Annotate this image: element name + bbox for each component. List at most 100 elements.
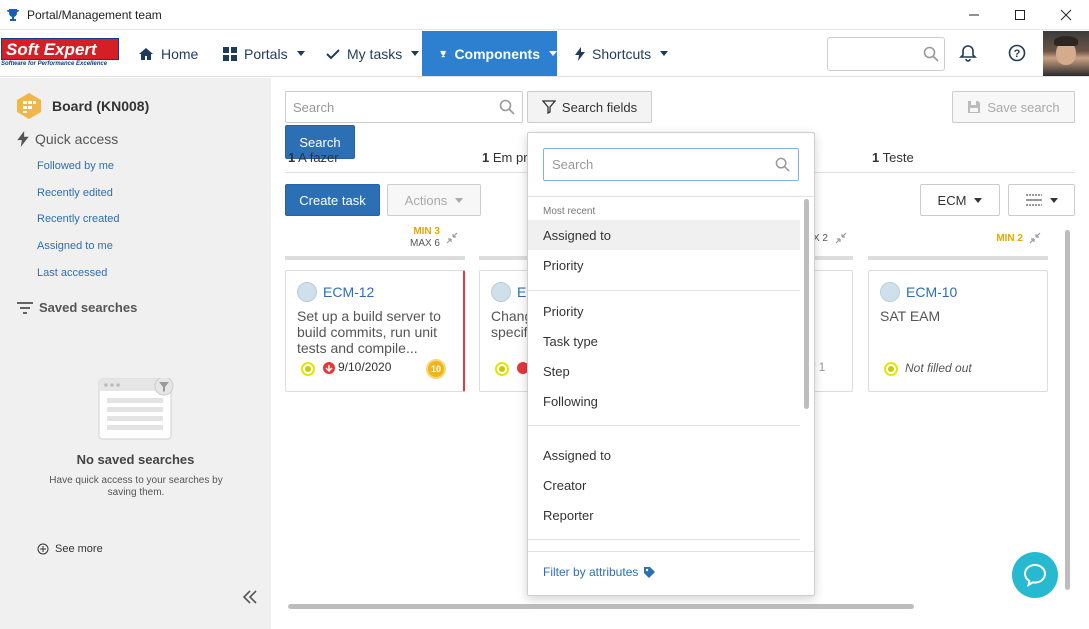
actions-label: Actions — [404, 192, 448, 208]
nav-my-tasks-label: My tasks — [347, 45, 403, 62]
minimize-button[interactable] — [951, 0, 997, 30]
trophy-icon — [7, 8, 19, 21]
horizontal-scrollbar[interactable] — [288, 604, 914, 609]
most-recent-label: Most recent — [543, 206, 596, 217]
column-header-a-fazer: 1 A fazer — [288, 150, 339, 178]
field-priority[interactable]: Priority — [528, 296, 800, 326]
nav-components[interactable]: Components — [422, 31, 557, 76]
nav-home[interactable]: Home — [138, 31, 198, 76]
board-title: Board (KN008) — [52, 98, 150, 114]
chevron-down-icon — [549, 51, 557, 56]
chevron-down-icon — [660, 51, 669, 56]
card-status-text: Not filled out — [905, 361, 972, 375]
column-count: 1 — [872, 150, 880, 165]
top-navbar: Soft Expert Software for Performance Exc… — [0, 31, 1089, 77]
column-max: MAX 6 — [409, 238, 440, 249]
chevron-down-icon — [296, 51, 305, 56]
task-card-ecm-12[interactable]: ECM-12 Set up a build server to build co… — [285, 270, 465, 392]
minimize-icon — [969, 14, 979, 16]
column-divider — [285, 256, 465, 260]
softexpert-logo[interactable]: Soft Expert Software for Performance Exc… — [1, 38, 119, 70]
see-more-link[interactable]: See more — [37, 543, 103, 555]
field-priority-recent[interactable]: Priority — [528, 250, 800, 280]
link-last-accessed[interactable]: Last accessed — [37, 267, 107, 279]
collapse-column-icon[interactable] — [446, 232, 458, 244]
collapse-column-icon[interactable] — [1029, 232, 1041, 244]
story-points-value: 10 — [430, 364, 441, 374]
nav-portals[interactable]: Portals — [223, 31, 305, 76]
maximize-button[interactable] — [997, 0, 1043, 30]
field-task-type[interactable]: Task type — [528, 326, 800, 356]
assignee-avatar — [491, 282, 511, 302]
chevron-down-icon — [455, 197, 464, 203]
no-saved-searches-desc: Have quick access to your searches by sa… — [49, 475, 223, 498]
help-icon[interactable]: ? — [1008, 44, 1026, 62]
status-icon — [495, 362, 509, 376]
link-recently-edited[interactable]: Recently edited — [37, 187, 113, 199]
quick-access-label: Quick access — [35, 131, 119, 147]
nav-components-label: Components — [454, 45, 540, 62]
field-following[interactable]: Following — [528, 386, 800, 416]
dropdown-scrollbar[interactable] — [804, 199, 809, 409]
nav-shortcuts[interactable]: Shortcuts — [575, 31, 669, 76]
ecm-filter-button[interactable]: ECM — [920, 184, 1000, 216]
card-id[interactable]: ECM-10 — [906, 284, 957, 300]
user-avatar[interactable] — [1043, 31, 1089, 76]
collapse-column-icon[interactable] — [835, 232, 847, 244]
card-description: Set up a build server to build commits, … — [297, 308, 441, 356]
list-view-icon — [1025, 194, 1042, 206]
plus-circle-icon — [37, 543, 49, 555]
save-search-label: Save search — [987, 99, 1060, 115]
actions-button[interactable]: Actions — [387, 184, 481, 216]
field-assigned-to[interactable]: Assigned to — [528, 440, 800, 470]
dropdown-search-input[interactable]: Search — [543, 148, 799, 181]
link-assigned-to-me[interactable]: Assigned to me — [37, 240, 113, 252]
bell-icon[interactable] — [959, 44, 977, 62]
filter-by-attributes-link[interactable]: Filter by attributes — [543, 565, 656, 579]
main-search-input[interactable]: Search — [285, 91, 523, 123]
search-fields-button[interactable]: Search fields — [527, 91, 652, 123]
view-options-button[interactable] — [1008, 184, 1075, 216]
dropdown-divider — [528, 196, 814, 197]
search-fields-label: Search fields — [561, 99, 638, 115]
save-icon — [968, 101, 981, 113]
field-assigned-to-recent[interactable]: Assigned to — [528, 220, 800, 250]
search-fields-dropdown: Search Most recent Assigned to Priority … — [527, 132, 815, 596]
dropdown-divider — [528, 551, 814, 552]
collapse-sidebar-icon[interactable] — [242, 590, 258, 604]
nav-my-tasks[interactable]: My tasks — [326, 31, 420, 76]
chevron-down-icon — [974, 197, 983, 203]
nav-shortcuts-label: Shortcuts — [592, 45, 652, 62]
saved-searches-header: Saved searches — [17, 300, 137, 315]
dropdown-divider — [528, 290, 800, 291]
assignee-avatar — [297, 282, 317, 302]
sidebar: Board (KN008) Quick access Followed by m… — [0, 78, 271, 629]
status-icon — [301, 362, 315, 376]
column-count: 1 — [482, 150, 490, 165]
status-icon — [884, 362, 898, 376]
nav-home-label: Home — [161, 45, 199, 62]
maximize-icon — [1015, 10, 1025, 20]
search-icon — [923, 46, 939, 62]
lightning-icon — [575, 46, 585, 61]
field-reporter[interactable]: Reporter — [528, 500, 800, 530]
chat-button[interactable] — [1012, 552, 1058, 598]
see-more-label: See more — [55, 543, 103, 555]
field-creator[interactable]: Creator — [528, 470, 800, 500]
save-search-button[interactable]: Save search — [952, 91, 1075, 123]
card-description: SAT EAM — [880, 308, 941, 324]
search-icon — [775, 157, 790, 172]
card-id[interactable]: E — [517, 284, 526, 300]
link-recently-created[interactable]: Recently created — [37, 213, 120, 225]
vertical-scrollbar[interactable] — [1065, 230, 1070, 590]
close-window-button[interactable] — [1043, 0, 1089, 30]
column-name: A fazer — [298, 150, 339, 165]
link-followed-by-me[interactable]: Followed by me — [37, 160, 114, 172]
dropdown-search-placeholder: Search — [552, 157, 594, 172]
global-search-input[interactable] — [827, 37, 945, 71]
field-step[interactable]: Step — [528, 356, 800, 386]
assignee-avatar — [880, 282, 900, 302]
create-task-button[interactable]: Create task — [285, 184, 380, 216]
card-id[interactable]: ECM-12 — [323, 284, 374, 300]
task-card-ecm-10[interactable]: ECM-10 SAT EAM Not filled out — [868, 270, 1048, 392]
